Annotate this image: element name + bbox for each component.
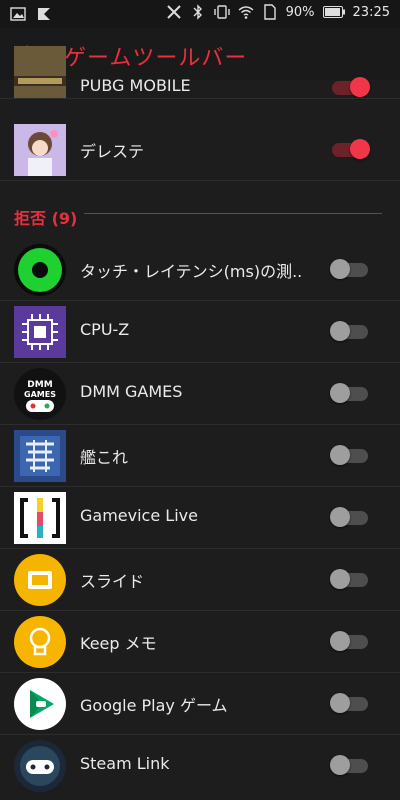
app-label: Gamevice Live	[80, 506, 198, 525]
toggle-switch[interactable]	[330, 630, 370, 652]
list-item[interactable]: スライド	[0, 548, 400, 611]
list-item[interactable]: CPU-Z	[0, 300, 400, 363]
image-icon	[10, 7, 26, 21]
clock: 23:25	[352, 4, 390, 20]
app-label: デレステ	[80, 142, 145, 161]
section-divider	[84, 213, 382, 214]
vibrate-icon	[213, 5, 230, 19]
list-item[interactable]: デレステ	[0, 118, 400, 181]
x-icon	[166, 5, 181, 19]
dmm-games-icon: DMM GAMES	[14, 368, 66, 420]
toggle-switch[interactable]	[330, 506, 370, 528]
toggle-thumb	[330, 445, 350, 465]
toggle-thumb	[330, 631, 350, 651]
list-item[interactable]: PUBG MOBILE	[0, 46, 400, 99]
bluetooth-icon	[193, 4, 202, 20]
toggle-thumb	[330, 383, 350, 403]
steam-link-icon	[14, 740, 66, 792]
app-label: スライド	[80, 572, 145, 591]
status-bar: 90% 23:25	[0, 0, 400, 28]
list-item[interactable]: Keep メモ	[0, 610, 400, 673]
battery-icon	[322, 6, 345, 18]
list-item[interactable]: Gamevice Live	[0, 486, 400, 549]
list-item[interactable]: Google Play ゲーム	[0, 672, 400, 735]
kancolle-icon	[14, 430, 66, 482]
app-label: CPU-Z	[80, 320, 130, 339]
app-label: 艦これ	[80, 448, 129, 467]
app-label: タッチ・レイテンシ(ms)の測..	[80, 262, 303, 281]
keep-icon	[14, 616, 66, 668]
app-label: Google Play ゲーム	[80, 696, 228, 715]
wifi-icon	[238, 6, 254, 19]
toggle-thumb	[330, 321, 350, 341]
svg-text:DMM: DMM	[27, 380, 52, 390]
toggle-thumb	[330, 569, 350, 589]
app-label: PUBG MOBILE	[80, 76, 191, 95]
pubg-icon	[14, 46, 66, 98]
list-item[interactable]: Steam Link	[0, 734, 400, 796]
cpu-z-icon	[14, 306, 66, 358]
toggle-switch[interactable]	[330, 382, 370, 404]
denied-section-header: 拒否 (9)	[14, 209, 78, 228]
app-label: Steam Link	[80, 754, 170, 773]
list-item[interactable]: タッチ・レイテンシ(ms)の測..	[0, 238, 400, 301]
svg-text:GAMES: GAMES	[24, 390, 56, 399]
toggle-thumb	[330, 507, 350, 527]
app-label: Keep メモ	[80, 634, 157, 653]
gamevice-icon	[14, 492, 66, 544]
slides-icon	[14, 554, 66, 606]
play-games-icon	[14, 678, 66, 730]
toggle-switch[interactable]	[330, 76, 370, 98]
toggle-switch[interactable]	[330, 258, 370, 280]
battery-percent: 90%	[285, 4, 315, 20]
toggle-thumb	[350, 77, 370, 97]
toggle-thumb	[350, 139, 370, 159]
deresute-icon	[14, 124, 66, 176]
app-label: DMM GAMES	[80, 382, 183, 401]
app-notification-icon	[38, 8, 50, 20]
toggle-switch[interactable]	[330, 568, 370, 590]
list-item[interactable]: DMM GAMES DMM GAMES	[0, 362, 400, 425]
touch-latency-icon	[14, 244, 66, 296]
toggle-switch[interactable]	[330, 320, 370, 342]
toggle-thumb	[330, 259, 350, 279]
sim-icon	[263, 4, 276, 20]
toggle-thumb	[330, 693, 350, 713]
toggle-switch[interactable]	[330, 754, 370, 776]
page-title: ゲームツールバー	[64, 46, 248, 71]
toggle-switch[interactable]	[330, 444, 370, 466]
toggle-switch[interactable]	[330, 692, 370, 714]
toggle-thumb	[330, 755, 350, 775]
toggle-switch[interactable]	[330, 138, 370, 160]
list-item[interactable]: 艦これ	[0, 424, 400, 487]
